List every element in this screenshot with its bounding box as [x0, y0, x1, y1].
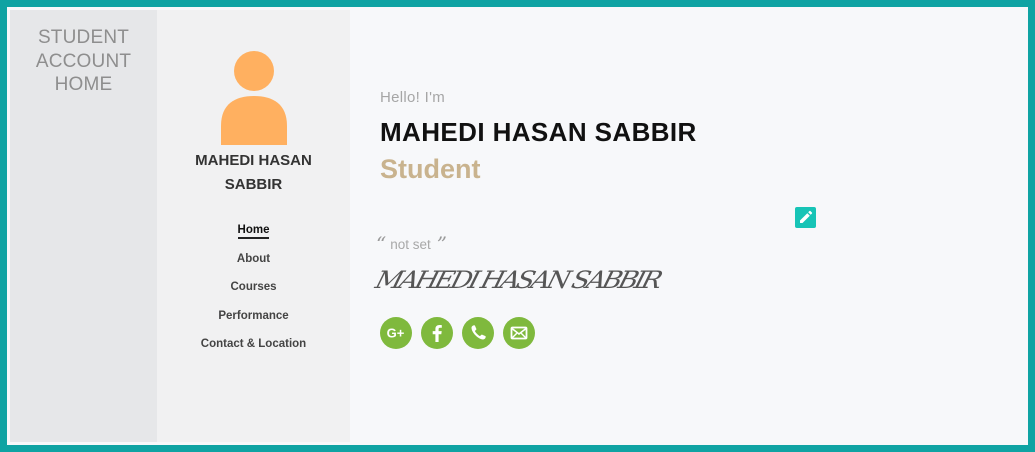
nav-item-label: About	[236, 252, 271, 265]
left-strip: STUDENT ACCOUNT HOME	[10, 10, 157, 442]
google-plus-icon: G+	[387, 326, 405, 341]
nav-item-home[interactable]: Home	[157, 221, 350, 250]
quote: “not set ”	[376, 232, 447, 256]
nav-item-label: Courses	[230, 281, 277, 293]
phone-button[interactable]	[462, 317, 494, 349]
profile-nav: Home About Courses Performance Contact &…	[157, 221, 350, 364]
profile-sidebar: MAHEDI HASAN SABBIR Home About Courses P…	[157, 10, 350, 442]
edit-button[interactable]	[795, 207, 816, 228]
nav-item-about[interactable]: About	[157, 250, 350, 279]
page-frame: STUDENT ACCOUNT HOME MAHEDI HASAN SABBIR…	[0, 0, 1035, 452]
nav-item-label: Contact & Location	[200, 338, 307, 350]
profile-name: MAHEDI HASAN SABBIR	[195, 152, 312, 193]
nav-item-contact-location[interactable]: Contact & Location	[157, 335, 350, 364]
main-content: Hello! I'm MAHEDI HASAN SABBIR Student “…	[350, 10, 1025, 442]
avatar	[219, 48, 289, 145]
page-content: STUDENT ACCOUNT HOME MAHEDI HASAN SABBIR…	[10, 10, 1025, 442]
email-button[interactable]	[503, 317, 535, 349]
quote-close-mark: ”	[436, 232, 447, 256]
email-icon	[510, 326, 528, 340]
phone-icon	[471, 325, 486, 340]
facebook-icon	[432, 325, 442, 342]
nav-item-performance[interactable]: Performance	[157, 307, 350, 336]
student-role: Student	[380, 154, 481, 184]
google-plus-button[interactable]: G+	[380, 317, 412, 349]
nav-item-courses[interactable]: Courses	[157, 278, 350, 307]
greeting: Hello! I'm	[380, 89, 446, 106]
quote-open-mark: “	[376, 232, 387, 256]
quote-text: not set	[390, 237, 431, 252]
user-avatar-icon	[221, 51, 287, 145]
nav-item-label: Performance	[218, 309, 289, 322]
svg-text:G+: G+	[387, 326, 405, 341]
pencil-icon	[800, 210, 813, 223]
signature: MAHEDI HASAN SABBIR	[372, 266, 663, 294]
nav-item-label: Home	[237, 224, 270, 239]
student-name: MAHEDI HASAN SABBIR	[380, 117, 697, 147]
social-links: G+	[380, 317, 535, 349]
app-title[interactable]: STUDENT ACCOUNT HOME	[10, 26, 157, 97]
facebook-button[interactable]	[421, 317, 453, 349]
